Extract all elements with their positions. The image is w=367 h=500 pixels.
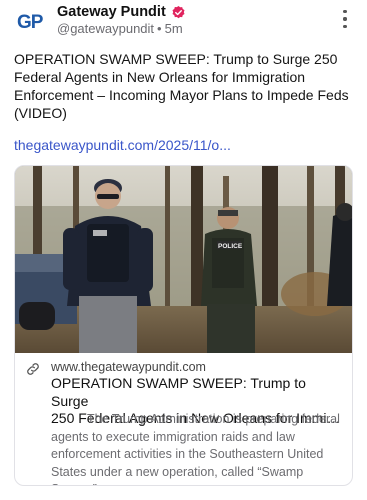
name-row: Gateway Pundit: [57, 3, 186, 21]
gateway-pundit-logo: GP: [13, 3, 49, 39]
post-link[interactable]: thegatewaypundit.com/2025/11/o...: [14, 136, 231, 154]
post-text: OPERATION SWAMP SWEEP: Trump to Surge 25…: [14, 51, 349, 121]
more-vertical-icon[interactable]: [341, 10, 349, 28]
link-preview-card[interactable]: POLICE www.thegatewaypundit.com OPERATIO…: [14, 165, 353, 486]
svg-text:GP: GP: [17, 12, 44, 33]
card-photo: POLICE: [15, 166, 352, 353]
verified-badge-icon: [172, 5, 185, 18]
card-image: POLICE: [15, 166, 352, 353]
card-description: The Trump Administration is preparing fe…: [51, 412, 340, 485]
card-domain: www.thegatewaypundit.com: [51, 360, 206, 374]
handle-row: @gatewaypundit • 5m: [57, 21, 183, 37]
handle[interactable]: @gatewaypundit: [57, 21, 154, 36]
link-icon: [27, 363, 39, 375]
card-title-line-1: OPERATION SWAMP SWEEP: Trump to Surge: [51, 375, 306, 409]
menu-dot: [343, 24, 347, 28]
menu-dot: [343, 10, 347, 14]
post: GP Gateway Pundit @gatewaypundit • 5m OPER…: [0, 0, 367, 500]
avatar[interactable]: GP: [13, 3, 49, 39]
timestamp[interactable]: 5m: [165, 21, 183, 36]
card-meta: www.thegatewaypundit.com OPERATION SWAMP…: [15, 353, 352, 485]
separator: •: [157, 21, 162, 36]
svg-text:POLICE: POLICE: [218, 243, 243, 250]
display-name[interactable]: Gateway Pundit: [57, 3, 166, 21]
menu-dot: [343, 17, 347, 21]
